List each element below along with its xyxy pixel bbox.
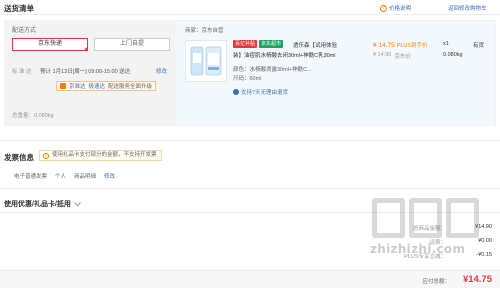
upgrade-label: 配送服务全面升级 xyxy=(108,84,153,90)
invoice-content: 商品明细 xyxy=(74,174,97,180)
ship-option-self-pickup[interactable]: 上门自提 xyxy=(94,38,170,51)
info-icon: ! xyxy=(43,153,49,159)
ship-option-jd-express[interactable]: 京东快递 xyxy=(12,38,88,51)
tag-subsidy: 百亿补贴 xyxy=(233,40,258,48)
watermark-text: zhizhizhi.com xyxy=(370,242,466,256)
invoice-details: 电子普通发票 个人 商品明细 修改 xyxy=(14,172,115,180)
section-divider xyxy=(0,188,500,189)
delivery-section-label: 配送方式 xyxy=(12,28,37,34)
discount-toggle[interactable]: 使用优惠/礼品卡/抵用 xyxy=(4,199,81,209)
back-to-cart-link[interactable]: 返回修改购物车 xyxy=(448,4,487,12)
header-divider xyxy=(0,14,500,15)
schedule-modify-link[interactable]: 修改 xyxy=(156,67,167,75)
site-watermark-logo: zhizhizhi.com xyxy=(370,198,482,256)
plus-price-value: ¥ 14.75 xyxy=(373,42,395,49)
return-policy-icon xyxy=(233,89,239,95)
watermark-glyph xyxy=(446,198,479,238)
schedule-prefix: 标 准 达 xyxy=(12,69,32,75)
return-policy: 支持7天无理由退货 xyxy=(233,88,288,96)
list-price-note: 京东价 xyxy=(394,54,411,60)
plus-price: ¥ 14.75 PLUS到手价 xyxy=(373,41,428,49)
product-qty: x1 xyxy=(443,41,449,47)
product-tags: 百亿补贴 京东超市 xyxy=(233,40,284,48)
section-divider xyxy=(0,140,500,141)
product-thumbnail[interactable] xyxy=(185,40,227,82)
upgrade-icon xyxy=(60,83,66,89)
page-title: 送货清单 xyxy=(4,4,34,13)
delivery-upgrade-banner[interactable]: 京准达 极速达 配送服务全面升级 xyxy=(56,81,157,91)
invoice-modify-link[interactable]: 修改 xyxy=(104,172,115,180)
list-price: ¥ 14.90 京东价 xyxy=(373,52,411,60)
schedule-text: 预计 1月13日[周一] 09:00-15:00 送达 xyxy=(40,69,131,75)
delivery-panel: 配送方式 京东快递 上门自提 标 准 达 预计 1月13日[周一] 09:00-… xyxy=(4,20,174,126)
invoice-notice: ! 使用礼品卡支付部分的金额，不支持开发票 xyxy=(39,150,162,161)
total-weight: 总重量：0.080kg xyxy=(12,113,54,119)
price-note-link[interactable]: ? 价格说明 xyxy=(380,4,411,12)
product-weight: 0.080kg xyxy=(443,52,463,58)
product-image-icon xyxy=(186,41,226,81)
watermark-glyph xyxy=(372,198,405,238)
question-icon: ? xyxy=(380,4,387,12)
product-name-line2[interactable]: 装】油痘肌水杨酸去闭30ml+神酰C乳30ml xyxy=(233,51,361,59)
payable-bar: 应付总额： ¥14.75 xyxy=(0,270,500,288)
tag-supermarket: 京东超市 xyxy=(259,40,284,48)
return-policy-label: 支持7天无理由退货 xyxy=(241,90,289,96)
list-price-value: ¥ 14.90 xyxy=(373,52,392,58)
merchant-label: 商家：京东自营 xyxy=(185,28,224,34)
payable-amount: ¥14.75 xyxy=(462,274,492,285)
invoice-notice-text: 使用礼品卡支付部分的金额，不支持开发票 xyxy=(52,152,157,158)
product-size: 尺码：60ml xyxy=(233,76,262,82)
watermark-glyph xyxy=(409,198,442,238)
plus-price-note: PLUS到手价 xyxy=(396,43,428,49)
payable-label: 应付总额： xyxy=(422,279,450,285)
upgrade-option[interactable]: 京准达 xyxy=(69,82,86,90)
invoice-title: 发票信息 xyxy=(4,153,34,162)
upgrade-option[interactable]: 极速达 xyxy=(89,82,106,90)
product-name-line1[interactable]: 透乐森【试用体验 xyxy=(293,41,337,49)
ship-option-label: 上门自提 xyxy=(119,41,144,47)
product-stock: 有货 xyxy=(473,43,485,49)
chevron-down-icon xyxy=(74,201,81,207)
product-color: 颜色：水杨酸滴露30ml+神酰C... xyxy=(233,67,312,73)
ship-option-label: 京东快递 xyxy=(37,41,62,47)
product-panel: 商家：京东自营 百亿补贴 京东超市 透乐森【试用体验 装】油痘肌水杨酸去闭30m… xyxy=(174,20,496,126)
discount-title: 使用优惠/礼品卡/抵用 xyxy=(4,201,71,208)
invoice-type: 电子普通发票 xyxy=(14,174,48,180)
price-note-label: 价格说明 xyxy=(389,6,412,12)
invoice-recipient: 个人 xyxy=(55,174,67,180)
